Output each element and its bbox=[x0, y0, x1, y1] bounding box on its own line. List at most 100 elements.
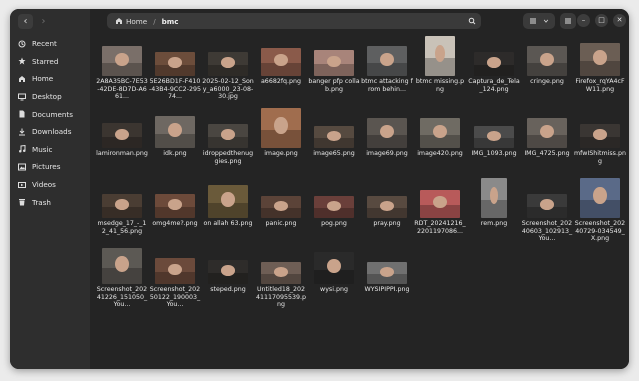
file-item[interactable]: lamironman.png bbox=[96, 108, 148, 158]
file-item[interactable]: btmc attacking from behin... bbox=[361, 36, 413, 93]
file-thumbnail bbox=[367, 46, 407, 76]
file-name: 2025-02-12_Sony_a6000_23-08-30.jpg bbox=[202, 78, 254, 100]
file-item[interactable]: a6682fq.png bbox=[255, 36, 307, 86]
list-view-icon bbox=[530, 18, 536, 24]
sidebar-item-label: Downloads bbox=[32, 127, 72, 137]
sidebar-item-pictures[interactable]: Pictures bbox=[10, 158, 90, 176]
clock-icon bbox=[17, 40, 27, 48]
file-item[interactable]: 5E26BD1F-F410-43B4-9CC2-29574... bbox=[149, 36, 201, 101]
view-toggle-group[interactable] bbox=[523, 13, 555, 29]
file-name: btmc missing.png bbox=[415, 78, 465, 93]
file-item[interactable]: idk.png bbox=[149, 108, 201, 158]
file-thumbnail bbox=[102, 123, 142, 148]
file-name: Screenshot_20241226_151050_You... bbox=[96, 286, 148, 308]
minimize-button[interactable]: – bbox=[577, 14, 590, 27]
file-item[interactable]: 2025-02-12_Sony_a6000_23-08-30.jpg bbox=[202, 36, 254, 101]
file-thumbnail bbox=[261, 108, 301, 148]
trash-icon bbox=[17, 198, 27, 206]
file-name: panic.png bbox=[265, 220, 297, 227]
file-thumbnail bbox=[314, 252, 354, 284]
file-item[interactable]: WYSIPIPPI.png bbox=[361, 244, 413, 294]
file-thumbnail bbox=[474, 52, 514, 76]
sidebar-item-trash[interactable]: Trash bbox=[10, 193, 90, 211]
file-thumbnail bbox=[314, 50, 354, 76]
file-name: 5E26BD1F-F410-43B4-9CC2-29574... bbox=[149, 78, 201, 100]
file-name: a6682fq.png bbox=[260, 78, 302, 85]
file-item[interactable]: idroppedthenuggies.png bbox=[202, 108, 254, 165]
file-name: IMG_1093.png bbox=[471, 150, 517, 157]
file-item[interactable]: msedge_17_-_12_41_56.png bbox=[96, 178, 148, 235]
file-item[interactable]: IMG_4725.png bbox=[521, 108, 573, 158]
file-item[interactable]: image65.png bbox=[308, 108, 360, 158]
file-thumbnail bbox=[580, 124, 620, 148]
sidebar-item-home[interactable]: Home bbox=[10, 70, 90, 88]
sidebar-item-label: Documents bbox=[32, 109, 73, 119]
file-item[interactable]: cringe.png bbox=[521, 36, 573, 86]
sidebar-item-label: Trash bbox=[32, 197, 51, 207]
file-name: Untitled18_20241117095539.png bbox=[255, 286, 307, 308]
file-item[interactable]: rem.png bbox=[468, 178, 520, 228]
file-name: Captura_de_Tela_124.png bbox=[468, 78, 520, 93]
file-item[interactable]: mfwIShitmiss.png bbox=[574, 108, 626, 165]
sidebar-item-videos[interactable]: Videos bbox=[10, 176, 90, 194]
back-button[interactable]: ‹ bbox=[18, 14, 33, 29]
file-item[interactable]: omg4me?.png bbox=[149, 178, 201, 228]
file-item[interactable]: Captura_de_Tela_124.png bbox=[468, 36, 520, 93]
forward-button[interactable]: › bbox=[36, 14, 51, 29]
file-item[interactable]: pray.png bbox=[361, 178, 413, 228]
file-thumbnail bbox=[102, 194, 142, 218]
path-current-folder[interactable]: bmc bbox=[162, 17, 179, 26]
file-thumbnail bbox=[474, 126, 514, 148]
file-name: image.png bbox=[264, 150, 298, 157]
file-thumbnail bbox=[367, 196, 407, 218]
search-icon bbox=[468, 17, 476, 25]
sidebar-item-label: Videos bbox=[32, 180, 56, 190]
file-item[interactable]: Firefox_rqYA4cFW11.png bbox=[574, 36, 626, 93]
file-item[interactable]: steped.png bbox=[202, 244, 254, 294]
download-icon bbox=[17, 128, 27, 136]
file-item[interactable]: btmc missing.png bbox=[414, 36, 466, 93]
sidebar-item-starred[interactable]: Starred bbox=[10, 53, 90, 71]
file-item[interactable]: Screenshot_20240603_102913_You... bbox=[521, 178, 573, 243]
sidebar-item-label: Desktop bbox=[32, 92, 62, 102]
file-item[interactable]: image420.png bbox=[414, 108, 466, 158]
file-name: mfwIShitmiss.png bbox=[574, 150, 626, 165]
close-button[interactable]: ✕ bbox=[613, 14, 626, 27]
sidebar-item-recent[interactable]: Recent bbox=[10, 35, 90, 53]
file-item[interactable]: Untitled18_20241117095539.png bbox=[255, 244, 307, 309]
file-item[interactable]: image69.png bbox=[361, 108, 413, 158]
file-item[interactable]: Screenshot_20240729-034549_X.png bbox=[574, 178, 626, 243]
file-item[interactable]: image.png bbox=[255, 108, 307, 158]
file-item[interactable]: Screenshot_20241226_151050_You... bbox=[96, 244, 148, 309]
file-item[interactable]: 2A8A35BC-7E53-42DE-8D7D-A661... bbox=[96, 36, 148, 101]
file-item[interactable]: banger pfp collab.png bbox=[308, 36, 360, 93]
file-name: wysi.png bbox=[320, 286, 348, 293]
file-item[interactable]: on allah 63.png bbox=[202, 178, 254, 228]
music-icon bbox=[17, 145, 27, 153]
documents-icon bbox=[17, 110, 27, 118]
file-item[interactable]: wysi.png bbox=[308, 244, 360, 294]
sidebar-item-music[interactable]: Music bbox=[10, 141, 90, 159]
maximize-button[interactable]: □ bbox=[595, 14, 608, 27]
file-thumbnail bbox=[208, 185, 248, 218]
file-thumbnail bbox=[155, 52, 195, 76]
file-item[interactable]: IMG_1093.png bbox=[468, 108, 520, 158]
videos-icon bbox=[17, 181, 27, 189]
file-item[interactable]: panic.png bbox=[255, 178, 307, 228]
main-pane: Home / bmc ⋮ – □ ✕ 2A8A35BC-7E53-42DE-8D… bbox=[90, 9, 629, 369]
file-thumbnail bbox=[420, 190, 460, 218]
sidebar-item-downloads[interactable]: Downloads bbox=[10, 123, 90, 141]
hamburger-menu-icon bbox=[565, 18, 571, 24]
sidebar-item-documents[interactable]: Documents bbox=[10, 105, 90, 123]
path-bar[interactable]: Home / bmc ⋮ bbox=[107, 13, 481, 29]
main-menu-button[interactable] bbox=[560, 13, 576, 29]
file-item[interactable]: RDT_20241216_2201197086... bbox=[414, 178, 466, 235]
sidebar-item-desktop[interactable]: Desktop bbox=[10, 88, 90, 106]
file-name: cringe.png bbox=[530, 78, 564, 85]
search-button[interactable] bbox=[464, 13, 480, 29]
file-name: pog.png bbox=[321, 220, 347, 227]
path-home[interactable]: Home bbox=[126, 17, 147, 26]
file-item[interactable]: pog.png bbox=[308, 178, 360, 228]
file-name: idroppedthenuggies.png bbox=[202, 150, 254, 165]
file-item[interactable]: Screenshot_20250122_190003_You... bbox=[149, 244, 201, 309]
